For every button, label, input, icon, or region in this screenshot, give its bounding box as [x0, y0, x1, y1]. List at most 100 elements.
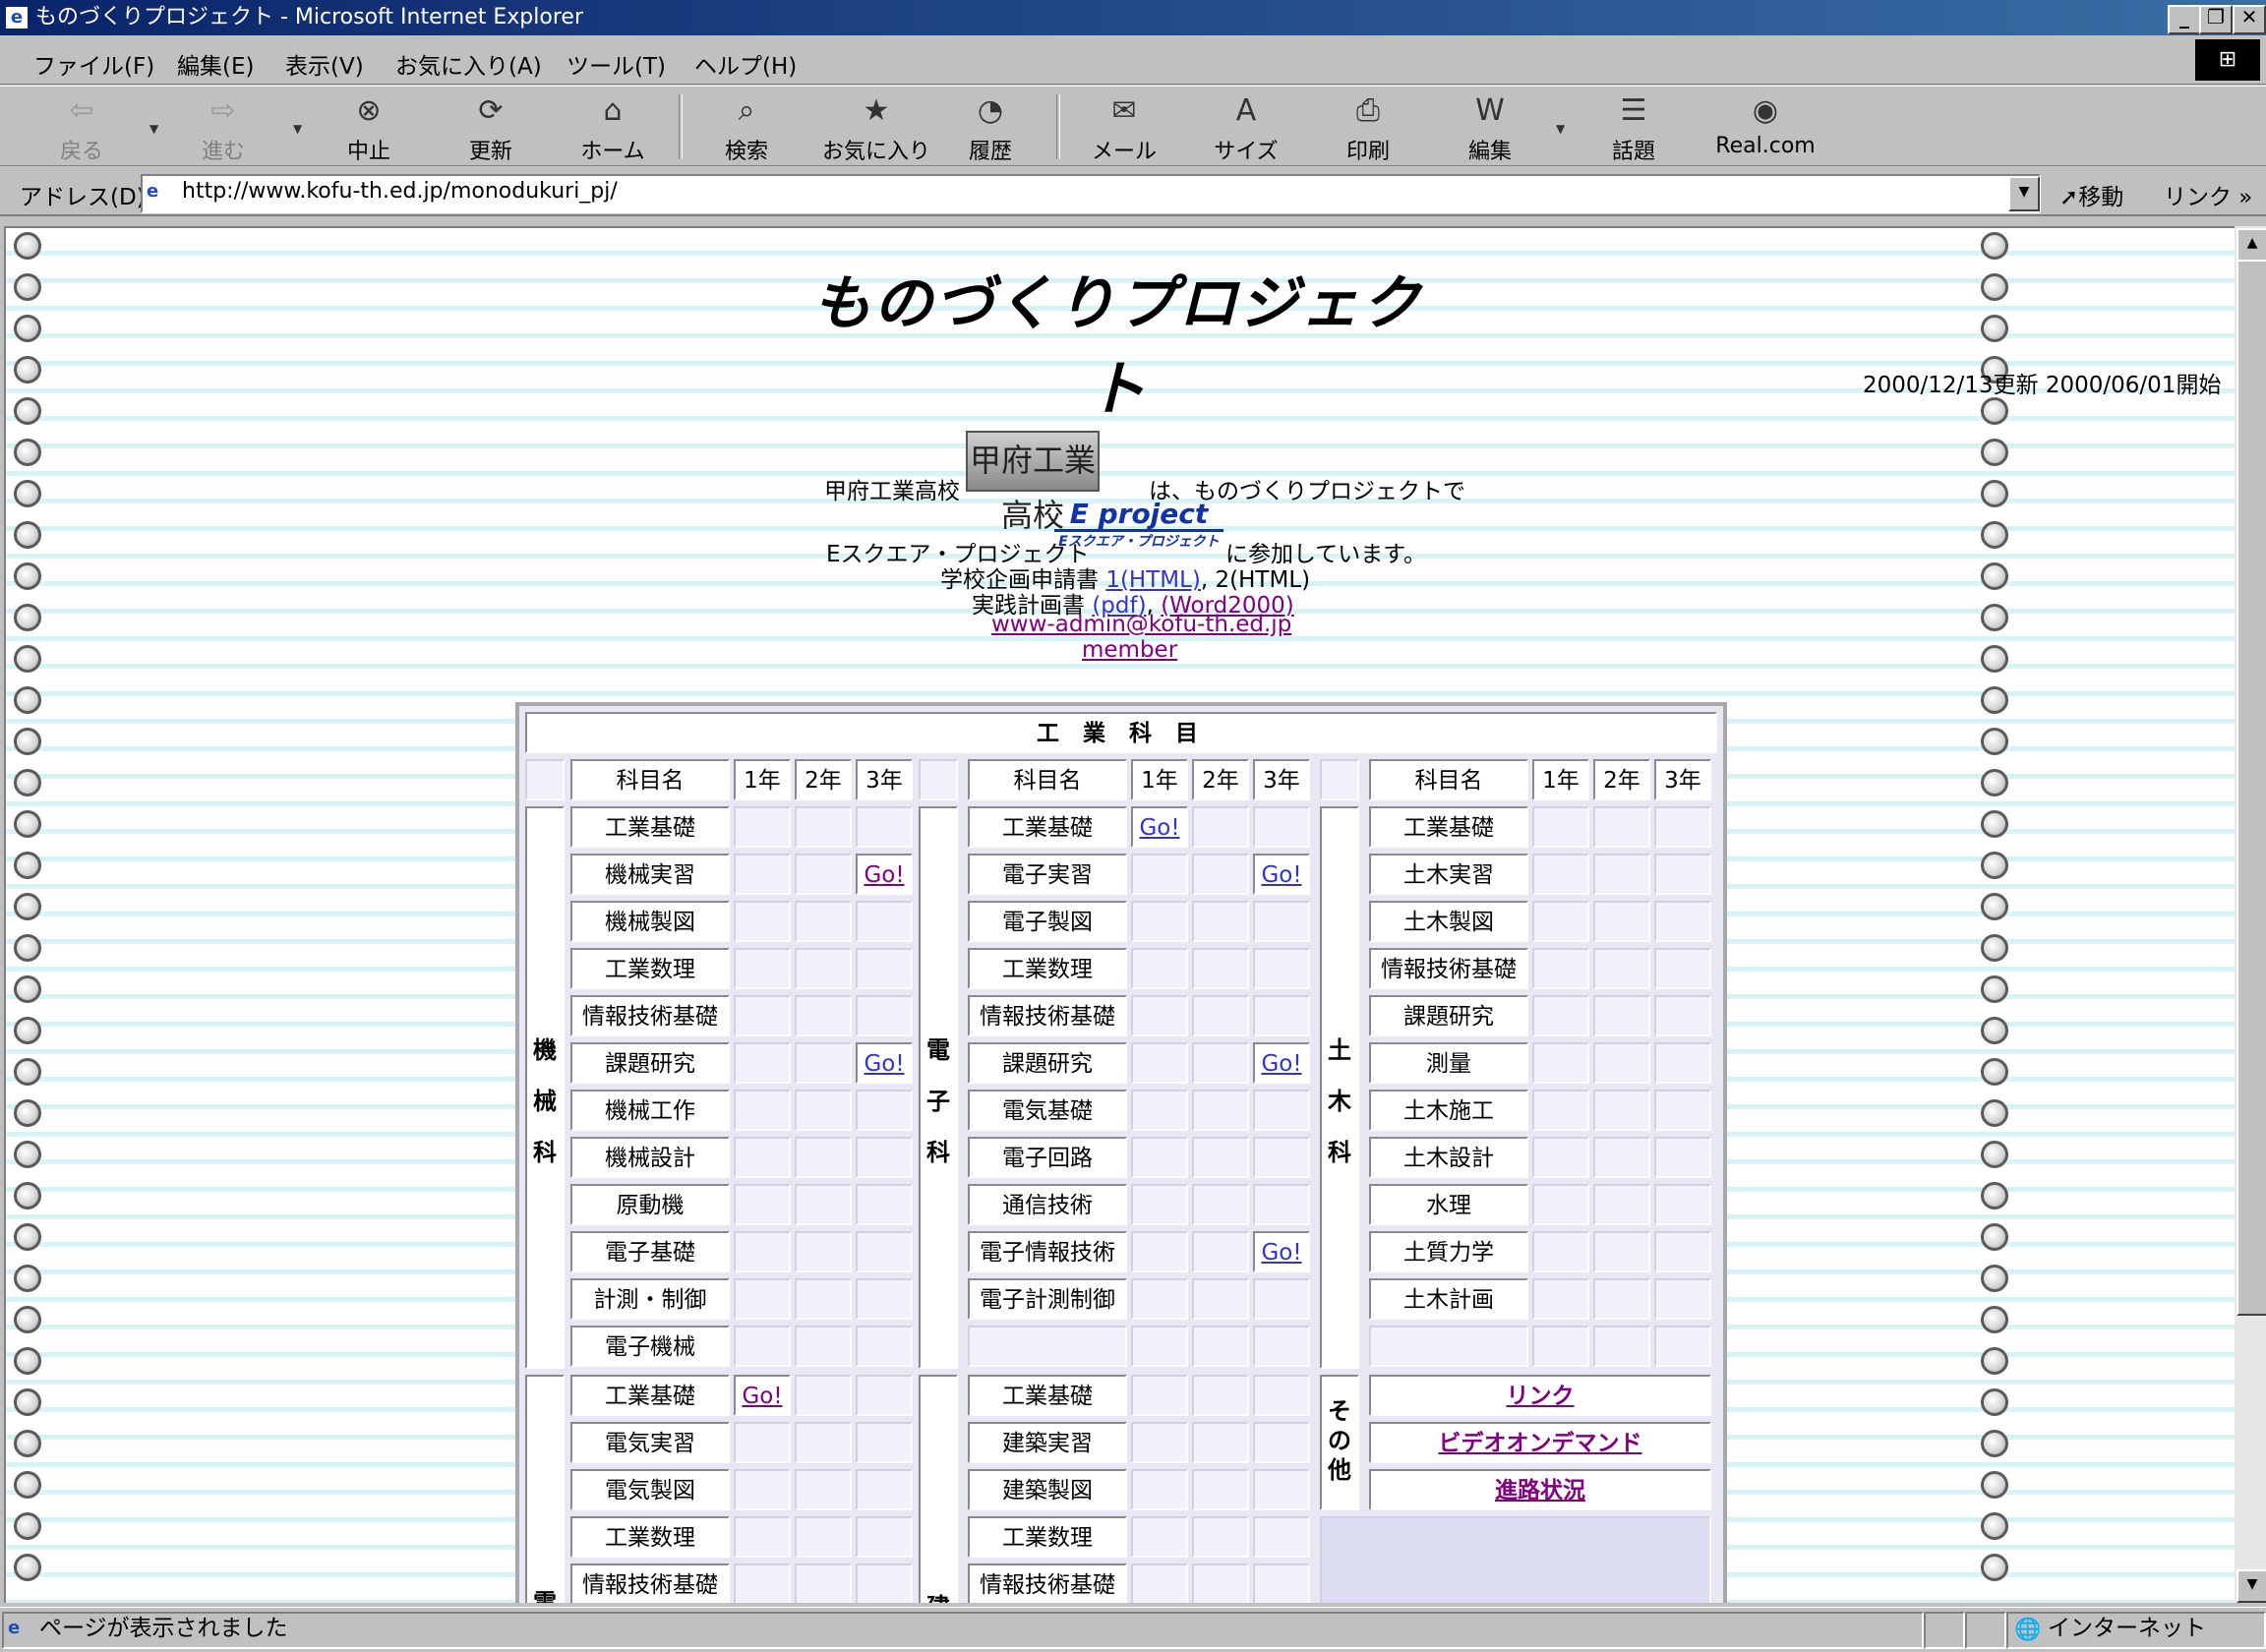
table-header: 工 業 科 目 — [525, 712, 1717, 753]
home-button[interactable]: ⌂ ホーム — [559, 92, 667, 165]
address-label: アドレス(D) — [20, 185, 146, 210]
other-link-links[interactable]: リンク — [1369, 1375, 1711, 1416]
scroll-thumb[interactable] — [2236, 260, 2266, 1316]
col-header-year1: 1年 — [1532, 759, 1589, 800]
subject-name: 工業数理 — [570, 1516, 730, 1558]
email-link[interactable]: www-admin@kofu-th.ed.jp — [991, 612, 1291, 637]
col-header-year2: 2年 — [795, 759, 852, 800]
back-button[interactable]: ⇦ 戻る — [28, 92, 136, 165]
menu-tools[interactable]: ツール(T) — [566, 47, 666, 81]
go-link[interactable]: Go! — [1253, 854, 1310, 895]
school-logo-image: 甲府工業高校 — [966, 431, 1100, 534]
vertical-scrollbar[interactable]: ▲ ▼ — [2235, 226, 2266, 1603]
go-link[interactable]: Go! — [1253, 1042, 1310, 1084]
zone-pane: 🌐 インターネット — [2006, 1612, 2266, 1649]
subject-name: 測量 — [1369, 1042, 1528, 1084]
title-bar: e ものづくりプロジェクト - Microsoft Internet Explo… — [0, 0, 2266, 35]
edit-dropdown-icon[interactable]: ▼ — [1556, 122, 1565, 136]
subject-name: 電子製図 — [968, 901, 1127, 942]
forward-button[interactable]: ⇨ 進む — [169, 92, 277, 165]
subject-name: 機械工作 — [570, 1090, 730, 1131]
subject-name: 情報技術基礎 — [570, 995, 730, 1036]
go-button[interactable]: ➚移動 — [2059, 178, 2123, 211]
address-dropdown-button[interactable]: ▼ — [2008, 176, 2040, 211]
col-header-year1: 1年 — [1131, 759, 1188, 800]
subject-name: 情報技術基礎 — [968, 995, 1127, 1036]
subject-name: 工業基礎 — [1369, 806, 1528, 848]
subject-name: 工業数理 — [968, 948, 1127, 989]
back-arrow-icon: ⇦ — [69, 93, 94, 128]
go-link[interactable]: Go! — [1131, 806, 1188, 848]
font-size-icon: A — [1235, 93, 1257, 128]
go-link[interactable]: Go! — [856, 854, 913, 895]
member-link[interactable]: member — [1082, 637, 1177, 663]
menu-edit[interactable]: 編集(E) — [177, 47, 254, 81]
dept-denki-label: 電 — [525, 1375, 565, 1603]
table-corner — [1320, 759, 1359, 800]
menu-favorites[interactable]: お気に入り(A) — [395, 47, 542, 81]
menu-help[interactable]: ヘルプ(H) — [694, 47, 797, 81]
col-header-year3: 3年 — [856, 759, 913, 800]
subject-name: 機械設計 — [570, 1137, 730, 1178]
empty-panel — [1320, 1516, 1711, 1603]
subject-name: 課題研究 — [570, 1042, 730, 1084]
back-dropdown-icon[interactable]: ▼ — [149, 122, 158, 136]
address-url[interactable]: http://www.kofu-th.ed.jp/monodukuri_pj/ — [182, 176, 618, 207]
subject-name: 情報技術基礎 — [1369, 948, 1528, 989]
print-button[interactable]: ⎙ 印刷 — [1314, 92, 1422, 165]
subject-name: 工業基礎 — [968, 1375, 1127, 1416]
page-done-icon: e — [8, 1618, 21, 1638]
other-link-video[interactable]: ビデオオンデマンド — [1369, 1422, 1711, 1463]
subject-name: 工業数理 — [570, 948, 730, 989]
page-viewport: ものづくりプロジェクト 2000/12/13更新 2000/06/01開始 甲府… — [4, 226, 2235, 1603]
subject-name: 土木施工 — [1369, 1090, 1528, 1131]
scroll-down-button[interactable]: ▼ — [2236, 1569, 2266, 1603]
search-icon: ⌕ — [738, 93, 755, 128]
subject-name: 電子回路 — [968, 1137, 1127, 1178]
maximize-button[interactable]: ❐ — [2199, 5, 2233, 34]
stop-button[interactable]: ⊗ 中止 — [315, 92, 423, 165]
discuss-button[interactable]: ☰ 話題 — [1580, 92, 1688, 165]
other-link-career[interactable]: 進路状況 — [1369, 1469, 1711, 1510]
toolbar: ⇦ 戻る ▼ ⇨ 進む ▼ ⊗ 中止 ⟳ 更新 ⌂ ホーム ⌕ 検索 ★ お気に… — [0, 86, 2266, 166]
real-icon: ◉ — [1752, 93, 1779, 128]
update-date: 2000/12/13更新 2000/06/01開始 — [1863, 373, 2222, 398]
col-header-year3: 3年 — [1654, 759, 1711, 800]
menu-view[interactable]: 表示(V) — [285, 47, 364, 81]
esquare-logo[interactable]: E project Eスクエア・プロジェクト — [1054, 500, 1223, 555]
subject-name: 情報技術基礎 — [570, 1564, 730, 1603]
subject-name: 土木製図 — [1369, 901, 1528, 942]
go-link[interactable]: Go! — [856, 1042, 913, 1084]
refresh-button[interactable]: ⟳ 更新 — [437, 92, 545, 165]
search-button[interactable]: ⌕ 検索 — [692, 92, 801, 165]
status-text-pane: e ページが表示されました — [2, 1612, 1924, 1649]
subject-name: 電子計測制御 — [968, 1278, 1127, 1320]
history-button[interactable]: ◔ 履歴 — [936, 92, 1044, 165]
go-link[interactable]: Go! — [1253, 1231, 1310, 1272]
internet-zone-icon: 🌐 — [2014, 1618, 2042, 1642]
go-link[interactable]: Go! — [734, 1375, 791, 1416]
scroll-up-button[interactable]: ▲ — [2236, 228, 2266, 262]
discuss-icon: ☰ — [1620, 93, 1647, 128]
forward-dropdown-icon[interactable]: ▼ — [293, 122, 302, 136]
subject-name: 水理 — [1369, 1184, 1528, 1225]
menu-file[interactable]: ファイル(F) — [33, 47, 154, 81]
favorites-folder-icon: ★ — [863, 93, 890, 128]
subject-name: 機械実習 — [570, 854, 730, 895]
realcom-button[interactable]: ◉ Real.com — [1701, 92, 1829, 158]
col-header-doboku-name: 科目名 — [1369, 759, 1528, 800]
refresh-icon: ⟳ — [478, 93, 504, 128]
window-title: ものづくりプロジェクト - Microsoft Internet Explore… — [35, 5, 583, 30]
go-arrow-icon: ➚ — [2059, 185, 2079, 210]
links-button[interactable]: リンク » — [2164, 178, 2252, 211]
edit-button[interactable]: W 編集 — [1436, 92, 1544, 165]
mail-button[interactable]: ✉ メール — [1070, 92, 1178, 165]
address-input[interactable]: e http://www.kofu-th.ed.jp/monodukuri_pj… — [141, 174, 2041, 213]
subject-name: 工業基礎 — [570, 1375, 730, 1416]
table-corner — [525, 759, 565, 800]
size-button[interactable]: A サイズ — [1192, 92, 1300, 165]
subject-name: 土木設計 — [1369, 1137, 1528, 1178]
close-button[interactable]: ✕ — [2233, 5, 2266, 34]
favorites-button[interactable]: ★ お気に入り — [812, 92, 940, 165]
minimize-button[interactable]: _ — [2168, 5, 2201, 34]
